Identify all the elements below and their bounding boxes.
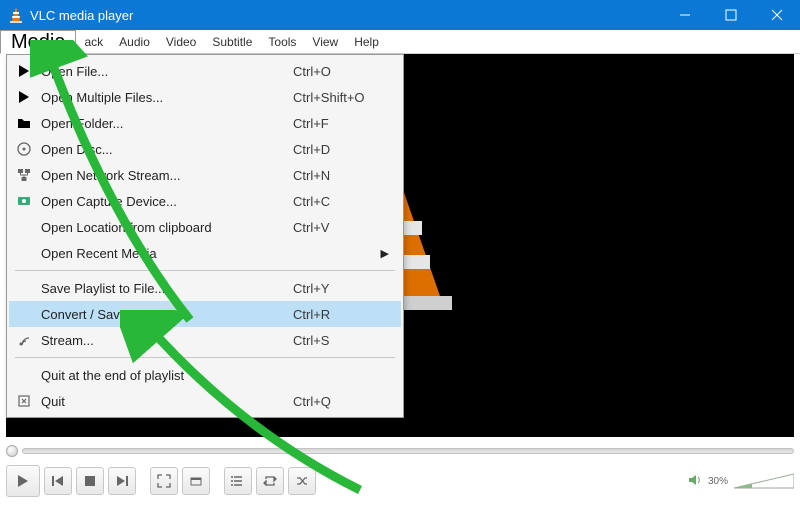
menu-quit-shortcut: Ctrl+Q [283, 394, 393, 409]
menu-view[interactable]: View [304, 30, 346, 53]
menu-quit-at-end-label: Quit at the end of playlist [35, 368, 283, 383]
menu-convert-save[interactable]: Convert / Save... Ctrl+R [9, 301, 401, 327]
submenu-arrow-icon: ▶ [381, 247, 393, 260]
menu-open-disc[interactable]: Open Disc... Ctrl+D [9, 136, 401, 162]
menu-open-file-shortcut: Ctrl+O [283, 64, 393, 79]
fullscreen-button[interactable] [150, 467, 178, 495]
play-file-icon [13, 90, 35, 104]
quit-icon [13, 394, 35, 408]
menu-open-disc-label: Open Disc... [35, 142, 283, 157]
menu-open-clipboard[interactable]: Open Location from clipboard Ctrl+V [9, 214, 401, 240]
volume-control[interactable]: 30% [688, 472, 794, 490]
folder-icon [13, 116, 35, 130]
menu-tools[interactable]: Tools [260, 30, 304, 53]
menu-quit-at-end[interactable]: Quit at the end of playlist [9, 362, 401, 388]
menu-open-clipboard-label: Open Location from clipboard [35, 220, 283, 235]
seek-handle[interactable] [6, 445, 18, 457]
menu-media[interactable]: Media [0, 30, 76, 54]
menu-open-multiple-label: Open Multiple Files... [35, 90, 283, 105]
disc-icon [13, 142, 35, 156]
menu-open-capture[interactable]: Open Capture Device... Ctrl+C [9, 188, 401, 214]
titlebar: VLC media player [0, 0, 800, 30]
menu-open-multiple-shortcut: Ctrl+Shift+O [283, 90, 393, 105]
maximize-button[interactable] [708, 0, 754, 30]
menu-separator [15, 357, 395, 358]
menu-open-network-shortcut: Ctrl+N [283, 168, 393, 183]
menu-help[interactable]: Help [346, 30, 387, 53]
media-menu-dropdown: Open File... Ctrl+O Open Multiple Files.… [6, 54, 404, 418]
stream-icon [13, 333, 35, 347]
menu-audio[interactable]: Audio [111, 30, 158, 53]
speaker-icon [688, 473, 702, 490]
playlist-button[interactable] [224, 467, 252, 495]
menu-convert-save-label: Convert / Save... [35, 307, 283, 322]
seek-bar[interactable] [6, 443, 794, 459]
menu-open-capture-label: Open Capture Device... [35, 194, 283, 209]
seek-track[interactable] [22, 448, 794, 454]
menu-stream-shortcut: Ctrl+S [283, 333, 393, 348]
menu-open-disc-shortcut: Ctrl+D [283, 142, 393, 157]
menu-save-playlist-shortcut: Ctrl+Y [283, 281, 393, 296]
menu-open-recent-label: Open Recent Media [35, 246, 271, 261]
menu-open-folder[interactable]: Open Folder... Ctrl+F [9, 110, 401, 136]
menu-open-file-label: Open File... [35, 64, 283, 79]
menu-open-network-label: Open Network Stream... [35, 168, 283, 183]
menu-quit[interactable]: Quit Ctrl+Q [9, 388, 401, 414]
menu-separator [15, 270, 395, 271]
previous-button[interactable] [44, 467, 72, 495]
menu-stream-label: Stream... [35, 333, 283, 348]
volume-slider[interactable] [734, 472, 794, 490]
window-title: VLC media player [30, 8, 133, 23]
volume-percent: 30% [708, 476, 728, 487]
loop-button[interactable] [256, 467, 284, 495]
menu-convert-save-shortcut: Ctrl+R [283, 307, 393, 322]
playback-controls: 30% [6, 463, 794, 499]
network-icon [13, 168, 35, 182]
window-controls [662, 0, 800, 30]
menu-playback-cutoff[interactable]: ack [76, 30, 111, 53]
vlc-cone-icon [8, 7, 24, 23]
menu-open-file[interactable]: Open File... Ctrl+O [9, 58, 401, 84]
next-button[interactable] [108, 467, 136, 495]
menu-open-network[interactable]: Open Network Stream... Ctrl+N [9, 162, 401, 188]
menu-open-clipboard-shortcut: Ctrl+V [283, 220, 393, 235]
minimize-button[interactable] [662, 0, 708, 30]
play-file-icon [13, 64, 35, 78]
close-button[interactable] [754, 0, 800, 30]
shuffle-button[interactable] [288, 467, 316, 495]
menu-open-folder-shortcut: Ctrl+F [283, 116, 393, 131]
menu-subtitle[interactable]: Subtitle [204, 30, 260, 53]
menu-save-playlist-label: Save Playlist to File... [35, 281, 283, 296]
menu-stream[interactable]: Stream... Ctrl+S [9, 327, 401, 353]
menu-open-multiple[interactable]: Open Multiple Files... Ctrl+Shift+O [9, 84, 401, 110]
menu-quit-label: Quit [35, 394, 283, 409]
menu-open-recent[interactable]: Open Recent Media ▶ [9, 240, 401, 266]
stop-button[interactable] [76, 467, 104, 495]
play-button[interactable] [6, 465, 40, 497]
menu-open-capture-shortcut: Ctrl+C [283, 194, 393, 209]
menu-save-playlist[interactable]: Save Playlist to File... Ctrl+Y [9, 275, 401, 301]
menu-video[interactable]: Video [158, 30, 204, 53]
menu-open-folder-label: Open Folder... [35, 116, 283, 131]
capture-icon [13, 194, 35, 208]
menubar: Media ack Audio Video Subtitle Tools Vie… [0, 30, 800, 54]
extended-settings-button[interactable] [182, 467, 210, 495]
